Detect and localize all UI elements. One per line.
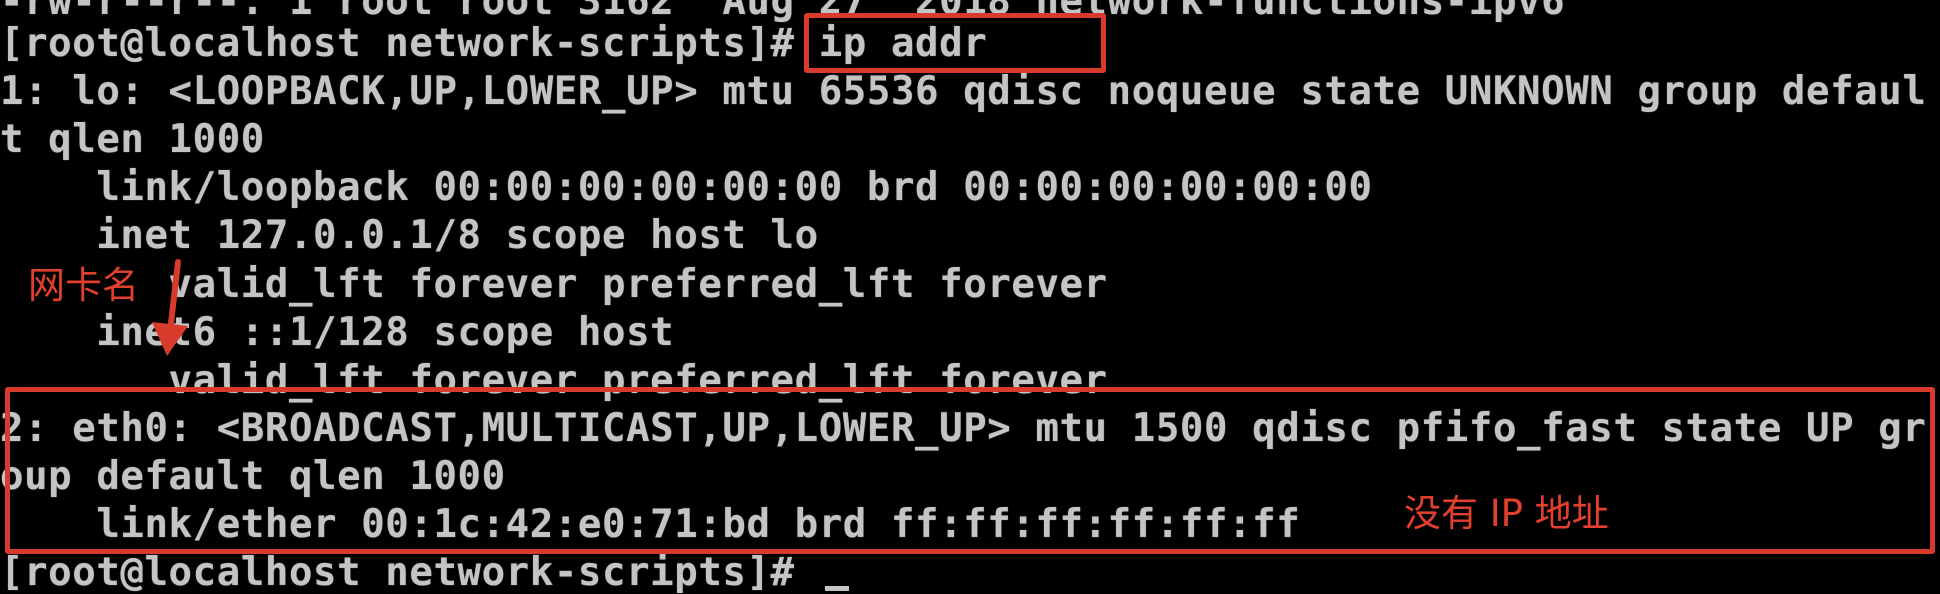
arrow-down-icon (152, 259, 188, 356)
